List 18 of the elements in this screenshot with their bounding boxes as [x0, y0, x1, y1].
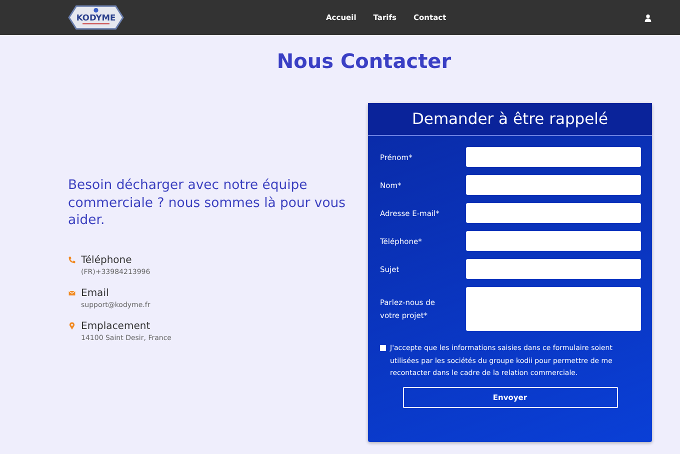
- input-field[interactable]: [466, 147, 641, 167]
- pin-icon: [68, 322, 76, 330]
- contact-label: Téléphone: [81, 254, 133, 266]
- page-title: Nous Contacter: [276, 48, 452, 74]
- input-field[interactable]: [466, 175, 641, 195]
- logo[interactable]: KODYME: [68, 4, 124, 31]
- contact-label: Emplacement: [81, 320, 152, 332]
- message-field[interactable]: [466, 287, 641, 331]
- intro-text: Besoin décharger avec notre équipe commerciale ? nous sommes là pour vous aider.: [68, 177, 347, 230]
- consent-checkbox[interactable]: [380, 345, 386, 351]
- input-field[interactable]: [466, 203, 641, 223]
- user-icon[interactable]: [644, 14, 652, 22]
- phone-icon: [68, 256, 76, 264]
- envelope-icon: [68, 288, 76, 296]
- contact-label: Email: [81, 286, 110, 300]
- input-field[interactable]: [466, 231, 641, 251]
- form-title: Demander à être rappelé: [368, 103, 652, 136]
- input-field[interactable]: [466, 259, 641, 279]
